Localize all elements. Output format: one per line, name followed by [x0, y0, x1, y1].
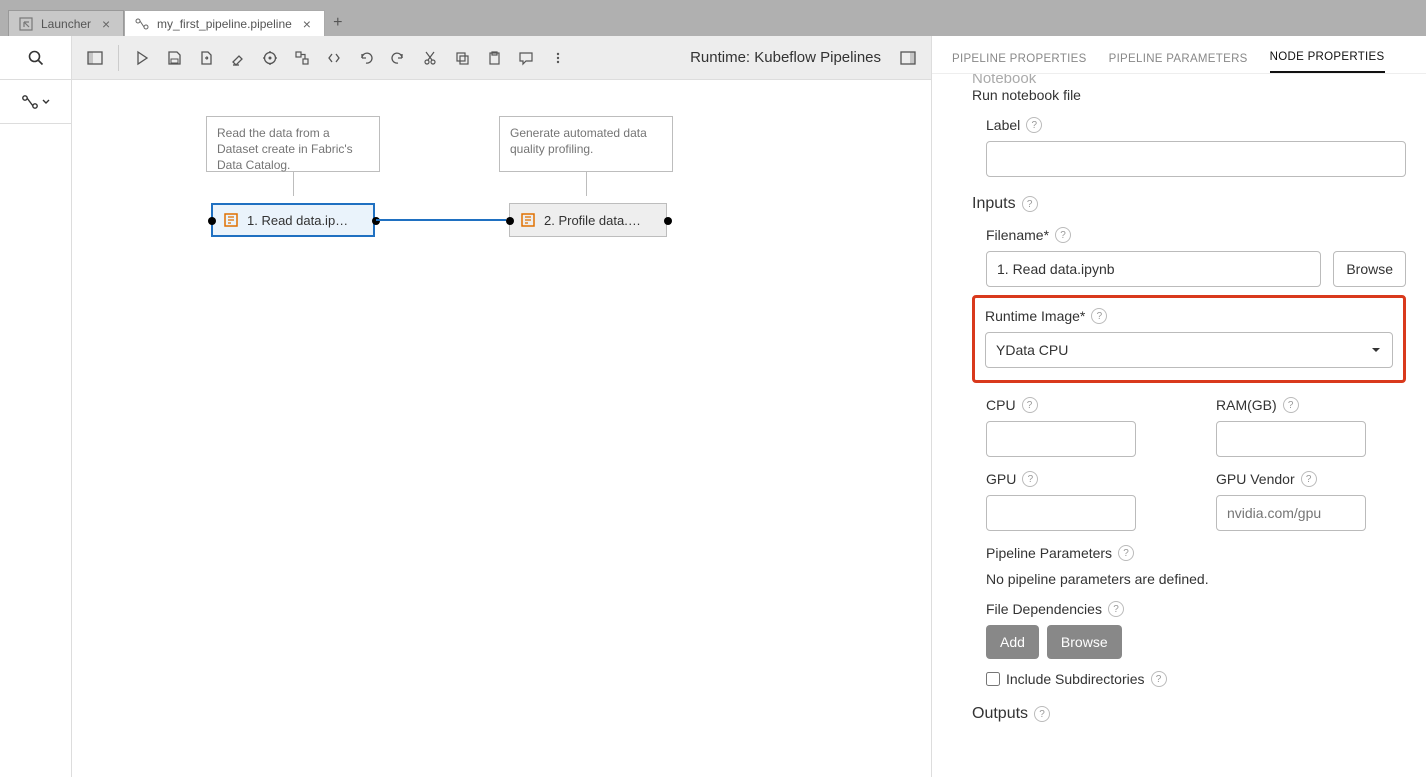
node-input-port[interactable] — [208, 217, 216, 225]
search-button[interactable] — [0, 36, 71, 80]
properties-panel: PIPELINE PROPERTIES PIPELINE PARAMETERS … — [932, 36, 1426, 777]
ram-label: RAM(GB) — [1216, 397, 1277, 413]
tab-label: my_first_pipeline.pipeline — [157, 17, 292, 31]
left-sidebar — [0, 36, 72, 777]
no-params-text: No pipeline parameters are defined. — [986, 571, 1406, 587]
code-button[interactable] — [319, 43, 349, 73]
help-icon[interactable]: ? — [1022, 397, 1038, 413]
close-icon[interactable]: × — [300, 17, 314, 31]
node-label: 2. Profile data.… — [544, 213, 641, 228]
run-button[interactable] — [127, 43, 157, 73]
tab-pipeline-file[interactable]: my_first_pipeline.pipeline × — [124, 10, 325, 36]
filename-input[interactable] — [986, 251, 1321, 287]
copy-button[interactable] — [447, 43, 477, 73]
notebook-icon — [223, 212, 239, 228]
more-button[interactable] — [543, 43, 573, 73]
runtime-label: Runtime: Kubeflow Pipelines — [690, 49, 891, 66]
save-button[interactable] — [159, 43, 189, 73]
tab-node-properties[interactable]: NODE PROPERTIES — [1270, 51, 1385, 73]
chevron-down-icon — [1370, 344, 1382, 356]
pipeline-edge[interactable] — [376, 219, 506, 221]
pipeline-node-read-data[interactable]: 1. Read data.ip… — [211, 203, 375, 237]
export-button[interactable] — [191, 43, 221, 73]
pipeline-icon — [135, 17, 149, 31]
include-subdirs-checkbox[interactable] — [986, 672, 1000, 686]
node-type-heading: Notebook — [972, 74, 1406, 87]
runtimes-button[interactable] — [255, 43, 285, 73]
help-icon[interactable]: ? — [1026, 117, 1042, 133]
pipeline-node-profile-data[interactable]: 2. Profile data.… — [509, 203, 667, 237]
notebook-icon — [520, 212, 536, 228]
gpu-vendor-label: GPU Vendor — [1216, 471, 1295, 487]
tab-launcher[interactable]: Launcher × — [8, 10, 124, 36]
add-button[interactable]: Add — [986, 625, 1039, 659]
clear-button[interactable] — [223, 43, 253, 73]
paste-button[interactable] — [479, 43, 509, 73]
browse-button[interactable]: Browse — [1333, 251, 1406, 287]
editor-toolbar: Runtime: Kubeflow Pipelines — [72, 36, 931, 80]
titlebar — [0, 0, 1426, 8]
search-icon — [27, 49, 45, 67]
pipeline-params-label: Pipeline Parameters — [986, 545, 1112, 561]
gpu-vendor-input[interactable] — [1216, 495, 1366, 531]
comment-connector — [586, 172, 587, 196]
properties-tabs: PIPELINE PROPERTIES PIPELINE PARAMETERS … — [932, 36, 1426, 74]
help-icon[interactable]: ? — [1022, 471, 1038, 487]
inputs-heading: Inputs — [972, 195, 1016, 213]
node-input-port[interactable] — [506, 217, 514, 225]
toggle-right-panel-button[interactable] — [893, 43, 923, 73]
gpu-label: GPU — [986, 471, 1016, 487]
comment-connector — [293, 172, 294, 196]
browse-deps-button[interactable]: Browse — [1047, 625, 1122, 659]
outputs-heading: Outputs — [972, 705, 1028, 723]
comment-node[interactable]: Read the data from a Dataset create in F… — [206, 116, 380, 172]
help-icon[interactable]: ? — [1283, 397, 1299, 413]
cpu-label: CPU — [986, 397, 1016, 413]
help-icon[interactable]: ? — [1108, 601, 1124, 617]
palette-button[interactable] — [0, 80, 71, 124]
runtime-image-highlight: Runtime Image* ? YData CPU — [972, 295, 1406, 383]
help-icon[interactable]: ? — [1055, 227, 1071, 243]
help-icon[interactable]: ? — [1091, 308, 1107, 324]
redo-button[interactable] — [383, 43, 413, 73]
tab-pipeline-properties[interactable]: PIPELINE PROPERTIES — [952, 53, 1087, 73]
comment-text: Read the data from a Dataset create in F… — [217, 126, 353, 172]
pipeline-canvas[interactable]: Read the data from a Dataset create in F… — [72, 80, 931, 777]
help-icon[interactable]: ? — [1022, 196, 1038, 212]
tab-label: Launcher — [41, 17, 91, 31]
comment-button[interactable] — [511, 43, 541, 73]
node-type-desc: Run notebook file — [972, 87, 1406, 103]
ram-input[interactable] — [1216, 421, 1366, 457]
close-icon[interactable]: × — [99, 17, 113, 31]
help-icon[interactable]: ? — [1151, 671, 1167, 687]
include-subdirs-label: Include Subdirectories — [1006, 671, 1145, 687]
pipeline-icon — [21, 93, 39, 111]
gpu-input[interactable] — [986, 495, 1136, 531]
add-tab-button[interactable]: + — [325, 10, 351, 36]
tab-bar: Launcher × my_first_pipeline.pipeline × … — [0, 8, 1426, 36]
help-icon[interactable]: ? — [1118, 545, 1134, 561]
toggle-left-panel-button[interactable] — [80, 43, 110, 73]
graph-settings-button[interactable] — [287, 43, 317, 73]
runtime-image-label: Runtime Image* — [985, 308, 1085, 324]
file-deps-label: File Dependencies — [986, 601, 1102, 617]
runtime-image-select[interactable]: YData CPU — [985, 332, 1393, 368]
cut-button[interactable] — [415, 43, 445, 73]
filename-label: Filename* — [986, 227, 1049, 243]
help-icon[interactable]: ? — [1301, 471, 1317, 487]
undo-button[interactable] — [351, 43, 381, 73]
tab-pipeline-parameters[interactable]: PIPELINE PARAMETERS — [1109, 53, 1248, 73]
launcher-icon — [19, 17, 33, 31]
node-output-port[interactable] — [664, 217, 672, 225]
comment-text: Generate automated data quality profilin… — [510, 126, 647, 156]
node-label: 1. Read data.ip… — [247, 213, 348, 228]
label-input[interactable] — [986, 141, 1406, 177]
help-icon[interactable]: ? — [1034, 706, 1050, 722]
runtime-image-value: YData CPU — [996, 342, 1068, 358]
chevron-down-icon — [41, 97, 51, 107]
cpu-input[interactable] — [986, 421, 1136, 457]
label-field-label: Label — [986, 117, 1020, 133]
comment-node[interactable]: Generate automated data quality profilin… — [499, 116, 673, 172]
